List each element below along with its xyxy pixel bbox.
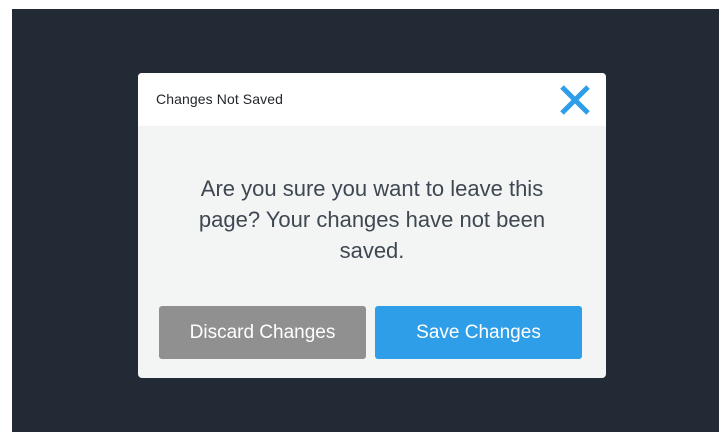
close-button[interactable] [558, 83, 592, 117]
close-icon [560, 85, 590, 115]
discard-changes-button[interactable]: Discard Changes [159, 306, 366, 359]
dialog-header: Changes Not Saved [138, 73, 606, 126]
unsaved-changes-dialog: Changes Not Saved Are you sure you want … [138, 73, 606, 378]
dialog-message: Are you sure you want to leave this page… [198, 176, 546, 263]
save-changes-button[interactable]: Save Changes [375, 306, 582, 359]
dialog-title: Changes Not Saved [156, 91, 284, 107]
